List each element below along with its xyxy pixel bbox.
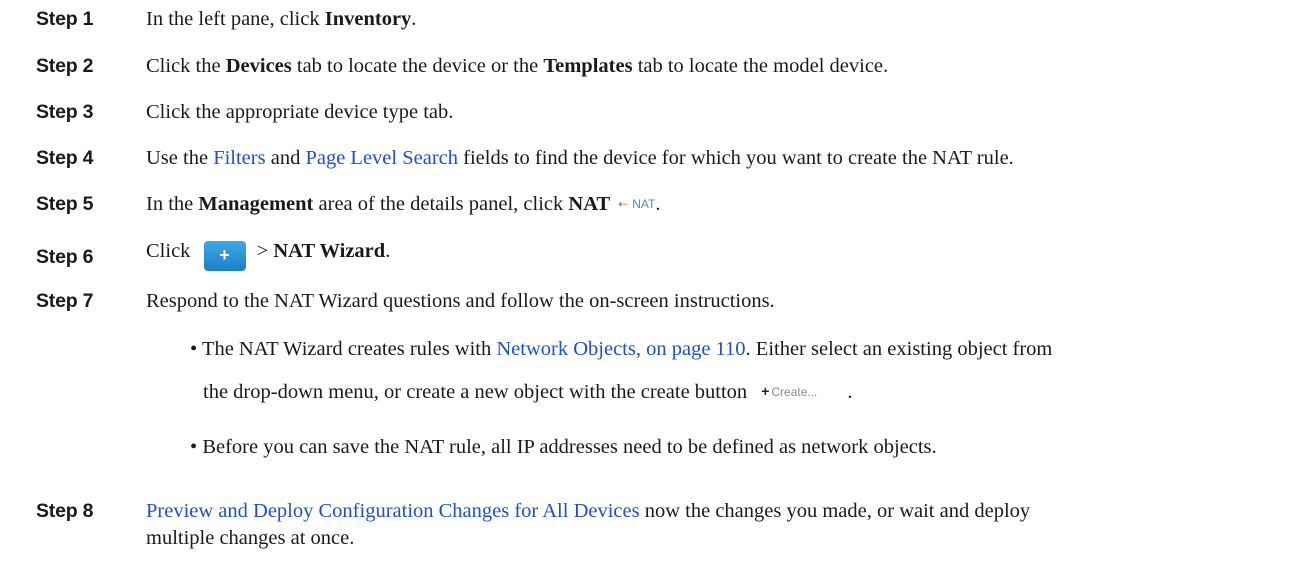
step-6-text: Click + > NAT Wizard. — [146, 238, 390, 271]
network-objects-link[interactable]: Network Objects, on page 110 — [496, 338, 745, 360]
step-8-label: Step 8 — [36, 500, 94, 522]
step-5-text: In the Management area of the details pa… — [146, 193, 661, 215]
step-2-label: Step 2 — [36, 55, 94, 77]
devices-term: Devices — [225, 55, 292, 77]
step-7-text: Respond to the NAT Wizard questions and … — [146, 290, 775, 312]
nat-icon: ⇠ NAT — [618, 197, 656, 211]
nat-wizard-term: NAT Wizard — [273, 240, 386, 262]
step-8-text: Preview and Deploy Configuration Changes… — [146, 500, 1031, 522]
step-6-label: Step 6 — [36, 246, 94, 268]
templates-term: Templates — [543, 55, 633, 77]
nat-term: NAT — [568, 193, 611, 215]
step-8-continuation: multiple changes at once. — [146, 527, 355, 549]
management-term: Management — [198, 193, 314, 215]
bullet-2: • Before you can save the NAT rule, all … — [190, 436, 937, 458]
bullet-1: • The NAT Wizard creates rules with Netw… — [190, 338, 1053, 360]
step-2-text: Click the Devices tab to locate the devi… — [146, 55, 889, 77]
step-1-text: In the left pane, click Inventory. — [146, 8, 417, 30]
filters-link[interactable]: Filters — [213, 147, 265, 169]
add-button-icon: + — [203, 241, 246, 271]
step-1-label: Step 1 — [36, 8, 94, 30]
step-3-text: Click the appropriate device type tab. — [146, 101, 454, 123]
inventory-term: Inventory — [324, 8, 412, 30]
step-4-text: Use the Filters and Page Level Search fi… — [146, 147, 1014, 169]
bullet-1-continuation: the drop-down menu, or create a new obje… — [203, 381, 853, 403]
create-button-icon: + Create... — [761, 383, 818, 399]
page-level-search-link[interactable]: Page Level Search — [305, 147, 458, 169]
step-5-label: Step 5 — [36, 193, 94, 215]
step-4-label: Step 4 — [36, 147, 94, 169]
preview-deploy-link[interactable]: Preview and Deploy Configuration Changes… — [146, 500, 640, 522]
step-7-label: Step 7 — [36, 290, 94, 312]
step-3-label: Step 3 — [36, 101, 94, 123]
